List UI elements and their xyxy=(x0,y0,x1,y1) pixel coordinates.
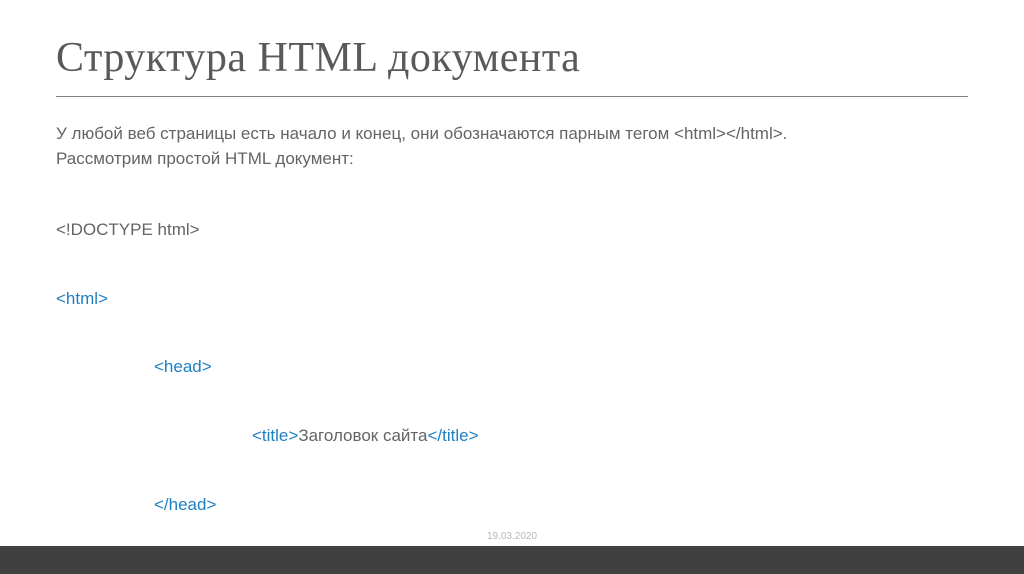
intro-line-1: У любой веб страницы есть начало и конец… xyxy=(56,123,968,146)
code-text: Заголовок сайта xyxy=(298,426,427,445)
code-line: </head> xyxy=(56,494,968,517)
code-line: <!DOCTYPE html> xyxy=(56,219,968,242)
code-tag: <title> xyxy=(252,426,298,445)
code-line: <head> xyxy=(56,356,968,379)
code-tag: </head> xyxy=(154,495,216,514)
code-tag: <html> xyxy=(56,289,108,308)
code-text: <!DOCTYPE html> xyxy=(56,220,200,239)
code-tag: <head> xyxy=(154,357,212,376)
date-stamp: 19.03.2020 xyxy=(0,531,1024,542)
code-tag: </title> xyxy=(427,426,478,445)
code-line: <title>Заголовок сайта</title> xyxy=(56,425,968,448)
footer-bar xyxy=(0,546,1024,574)
title-divider xyxy=(56,96,968,97)
intro-line-2: Рассмотрим простой HTML документ: xyxy=(56,148,968,171)
code-line: <html> xyxy=(56,288,968,311)
slide-title: Структура HTML документа xyxy=(56,34,968,82)
code-block: <!DOCTYPE html> <html> <head> <title>Заг… xyxy=(56,173,968,574)
slide: Структура HTML документа У любой веб стр… xyxy=(0,0,1024,574)
